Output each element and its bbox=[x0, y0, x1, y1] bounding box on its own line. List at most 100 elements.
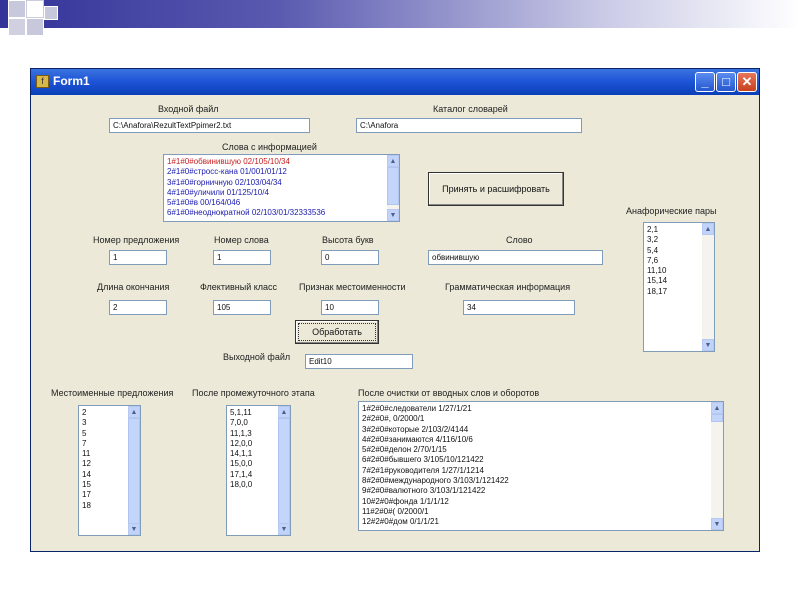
list-item[interactable]: 7#2#1#руководителя 1/27/1/1214 bbox=[362, 466, 709, 476]
form-window: f Form1 _ □ ✕ Входной файл C:\Anafora\Re… bbox=[30, 68, 760, 552]
pronoun-sign-label: Признак местоименности bbox=[299, 282, 406, 292]
list-item[interactable]: 7,6 bbox=[647, 256, 700, 266]
vertical-scrollbar[interactable]: ▲ ▼ bbox=[711, 402, 723, 530]
list-item[interactable]: 17,1,4 bbox=[230, 470, 276, 480]
list-item[interactable]: 5,1,11 bbox=[230, 408, 276, 418]
accept-decode-button[interactable]: Принять и расшифровать bbox=[428, 172, 564, 206]
after-cleanup-listbox[interactable]: 1#2#0#следователи 1/27/1/21 2#2#0#, 0/200… bbox=[358, 401, 724, 531]
scroll-up-arrow-icon[interactable]: ▲ bbox=[278, 406, 290, 418]
slide-header-band bbox=[0, 0, 800, 28]
list-item[interactable]: 9#2#0#валютного 3/103/1/121422 bbox=[362, 486, 709, 496]
input-file-field[interactable]: C:\Anafora\RezultTextPpimer2.txt bbox=[109, 118, 310, 133]
flex-class-field[interactable]: 105 bbox=[213, 300, 271, 315]
list-item[interactable]: 5,4 bbox=[647, 246, 700, 256]
scroll-thumb[interactable] bbox=[278, 418, 290, 525]
list-item[interactable]: 17 bbox=[82, 490, 126, 500]
list-item[interactable]: 15 bbox=[82, 480, 126, 490]
dict-dir-label: Каталог словарей bbox=[433, 104, 508, 114]
vertical-scrollbar[interactable]: ▲ ▼ bbox=[128, 406, 140, 535]
list-item[interactable]: 11,10 bbox=[647, 266, 700, 276]
scroll-down-arrow-icon[interactable]: ▼ bbox=[711, 518, 723, 530]
scroll-down-arrow-icon[interactable]: ▼ bbox=[278, 523, 290, 535]
decor-square bbox=[44, 6, 58, 20]
after-intermediate-listbox[interactable]: 5,1,11 7,0,0 11,1,3 12,0,0 14,1,1 15,0,0 17,1,… bbox=[226, 405, 291, 536]
sentence-no-field[interactable]: 1 bbox=[109, 250, 167, 265]
scroll-down-arrow-icon[interactable]: ▼ bbox=[387, 209, 399, 221]
scroll-down-arrow-icon[interactable]: ▼ bbox=[702, 339, 714, 351]
list-item[interactable]: 3#2#0#которые 2/103/2/4144 bbox=[362, 425, 709, 435]
list-item[interactable]: 11#2#0#( 0/2000/1 bbox=[362, 507, 709, 517]
list-item[interactable]: 12#2#0#дом 0/1/1/21 bbox=[362, 517, 709, 527]
words-info-items: 1#1#0#обвинившую 02/105/10/34 2#1#0#строс… bbox=[167, 157, 385, 219]
list-item[interactable]: 1#2#0#следователи 1/27/1/21 bbox=[362, 404, 709, 414]
words-info-label: Слова с информацией bbox=[222, 142, 317, 152]
list-item[interactable]: 10#2#0#фонда 1/1/1/12 bbox=[362, 497, 709, 507]
scroll-up-arrow-icon[interactable]: ▲ bbox=[702, 223, 714, 235]
after-cleanup-label: После очистки от вводных слов и оборотов bbox=[358, 388, 540, 398]
pronoun-sign-field[interactable]: 10 bbox=[321, 300, 379, 315]
scroll-down-arrow-icon[interactable]: ▼ bbox=[128, 523, 140, 535]
list-item[interactable]: 12,0,0 bbox=[230, 439, 276, 449]
list-item[interactable]: 18,0,0 bbox=[230, 480, 276, 490]
scroll-thumb[interactable] bbox=[711, 414, 723, 422]
sentence-no-label: Номер предложения bbox=[93, 235, 180, 245]
list-item[interactable]: 2,1 bbox=[647, 225, 700, 235]
vertical-scrollbar[interactable]: ▲ ▼ bbox=[387, 155, 399, 221]
letter-height-field[interactable]: 0 bbox=[321, 250, 379, 265]
word-field[interactable]: обвинившую bbox=[428, 250, 603, 265]
list-item[interactable]: 7 bbox=[82, 439, 126, 449]
list-item[interactable]: 5 bbox=[82, 429, 126, 439]
list-item[interactable]: 11 bbox=[82, 449, 126, 459]
output-file-field[interactable]: Edit10 bbox=[305, 354, 413, 369]
decor-square bbox=[8, 0, 26, 18]
list-item[interactable]: 4#1#0#уличили 01/125/10/4 bbox=[167, 188, 385, 198]
dict-dir-field[interactable]: C:\Anafora bbox=[356, 118, 582, 133]
list-item[interactable]: 18,17 bbox=[647, 287, 700, 297]
ending-len-field[interactable]: 2 bbox=[109, 300, 167, 315]
list-item[interactable]: 5#2#0#делон 2/70/1/15 bbox=[362, 445, 709, 455]
list-item[interactable]: 6#2#0#бывшего 3/105/10/121422 bbox=[362, 455, 709, 465]
list-item[interactable]: 2#2#0#, 0/2000/1 bbox=[362, 414, 709, 424]
list-item[interactable]: 15,14 bbox=[647, 276, 700, 286]
scroll-up-arrow-icon[interactable]: ▲ bbox=[128, 406, 140, 418]
pronoun-sentences-label: Местоименные предложения bbox=[51, 388, 174, 398]
gram-info-label: Грамматическая информация bbox=[445, 282, 571, 292]
after-cleanup-items: 1#2#0#следователи 1/27/1/21 2#2#0#, 0/200… bbox=[362, 404, 709, 530]
vertical-scrollbar[interactable]: ▲ ▼ bbox=[278, 406, 290, 535]
anaphoric-pairs-listbox[interactable]: 2,1 3,2 5,4 7,6 11,10 15,14 18,17 ▲ ▼ bbox=[643, 222, 715, 352]
list-item[interactable]: 3#1#0#горничную 02/103/04/34 bbox=[167, 178, 385, 188]
word-no-field[interactable]: 1 bbox=[213, 250, 271, 265]
scroll-thumb[interactable] bbox=[128, 418, 140, 525]
list-item[interactable]: 6#1#0#неоднократной 02/103/01/32333536 bbox=[167, 208, 385, 218]
process-button[interactable]: Обработать bbox=[295, 320, 379, 344]
minimize-button[interactable]: _ bbox=[695, 72, 715, 92]
scroll-up-arrow-icon[interactable]: ▲ bbox=[711, 402, 723, 414]
list-item[interactable]: 2#1#0#стросс-кана 01/001/01/12 bbox=[167, 167, 385, 177]
list-item[interactable]: 2 bbox=[82, 408, 126, 418]
list-item[interactable]: 15,0,0 bbox=[230, 459, 276, 469]
list-item[interactable]: 11,1,3 bbox=[230, 429, 276, 439]
close-button[interactable]: ✕ bbox=[737, 72, 757, 92]
anaphoric-pairs-label: Анафорические пары bbox=[626, 206, 717, 216]
title-bar[interactable]: f Form1 _ □ ✕ bbox=[31, 69, 759, 95]
list-item[interactable]: 4#2#0#занимаются 4/116/10/6 bbox=[362, 435, 709, 445]
list-item[interactable]: 3,2 bbox=[647, 235, 700, 245]
list-item[interactable]: 14,1,1 bbox=[230, 449, 276, 459]
word-label: Слово bbox=[506, 235, 533, 245]
list-item[interactable]: 18 bbox=[82, 501, 126, 511]
gram-info-field[interactable]: 34 bbox=[463, 300, 575, 315]
words-info-listbox[interactable]: 1#1#0#обвинившую 02/105/10/34 2#1#0#строс… bbox=[163, 154, 400, 222]
list-item[interactable]: 3 bbox=[82, 418, 126, 428]
scroll-thumb[interactable] bbox=[387, 167, 399, 205]
vertical-scrollbar[interactable]: ▲ ▼ bbox=[702, 223, 714, 351]
pronoun-sentences-listbox[interactable]: 2 3 5 7 11 12 14 15 17 18 ▲ ▼ bbox=[78, 405, 141, 536]
list-item[interactable]: 1#1#0#обвинившую 02/105/10/34 bbox=[167, 157, 385, 167]
scroll-up-arrow-icon[interactable]: ▲ bbox=[387, 155, 399, 167]
list-item[interactable]: 7,0,0 bbox=[230, 418, 276, 428]
output-file-label: Выходной файл bbox=[223, 352, 291, 362]
list-item[interactable]: 12 bbox=[82, 459, 126, 469]
list-item[interactable]: 14 bbox=[82, 470, 126, 480]
maximize-button[interactable]: □ bbox=[716, 72, 736, 92]
list-item[interactable]: 5#1#0#в 00/164/046 bbox=[167, 198, 385, 208]
list-item[interactable]: 8#2#0#международного 3/103/1/121422 bbox=[362, 476, 709, 486]
